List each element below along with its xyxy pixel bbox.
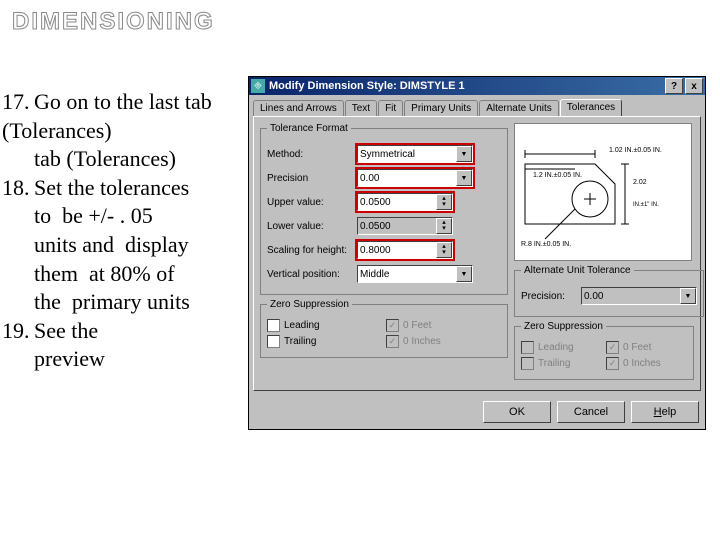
svg-text:R.8 IN.±0.05 IN.: R.8 IN.±0.05 IN. (521, 241, 571, 248)
scaling-input[interactable]: 0.8000 ▴▾ (357, 241, 453, 259)
upper-value-label: Upper value: (267, 197, 357, 208)
tolerance-format-group: Tolerance Format Method: Symmetrical ▼ P… (260, 123, 508, 295)
tab-lines-arrows[interactable]: Lines and Arrows (253, 100, 344, 117)
method-label: Method: (267, 149, 357, 160)
tab-strip: Lines and Arrows Text Fit Primary Units … (249, 95, 705, 116)
zero-suppression-left-group: Zero Suppression Leading Trailing ✓0 Fee… (260, 299, 508, 358)
vpos-label: Vertical position: (267, 269, 357, 280)
lower-value-input: 0.0500 ▴▾ (357, 217, 453, 235)
tab-tolerances[interactable]: Tolerances (560, 99, 622, 116)
chevron-down-icon[interactable]: ▼ (456, 170, 472, 186)
zero-suppression-legend: Zero Suppression (521, 321, 606, 332)
cancel-button[interactable]: Cancel (557, 401, 625, 423)
alt-feet-checkbox: ✓0 Feet (606, 341, 687, 354)
tab-primary-units[interactable]: Primary Units (404, 100, 478, 117)
feet-checkbox: ✓0 Feet (386, 319, 501, 332)
help-button[interactable]: Help (631, 401, 699, 423)
vpos-select[interactable]: Middle ▼ (357, 265, 473, 283)
precision-select[interactable]: 0.00 ▼ (357, 169, 473, 187)
chevron-down-icon[interactable]: ▼ (456, 266, 472, 282)
instructions-list: 17.Go on to the last tab (Tolerances) ta… (2, 88, 246, 374)
chevron-down-icon: ▼ (680, 288, 696, 304)
zero-suppression-right-group: Zero Suppression Leading Trailing ✓0 Fee… (514, 321, 694, 380)
tab-fit[interactable]: Fit (378, 100, 403, 117)
alt-precision-select: 0.00 ▼ (581, 287, 697, 305)
alt-trailing-checkbox: Trailing (521, 357, 602, 370)
zero-suppression-legend: Zero Suppression (267, 299, 352, 310)
upper-value-input[interactable]: 0.0500 ▴▾ (357, 193, 453, 211)
method-select[interactable]: Symmetrical ▼ (357, 145, 473, 163)
slide-title: DIMENSIONING (12, 8, 215, 36)
alt-unit-tolerance-legend: Alternate Unit Tolerance (521, 265, 634, 276)
help-button[interactable]: ? (665, 78, 683, 94)
tab-text[interactable]: Text (345, 100, 377, 117)
spinner-icon: ▴▾ (436, 218, 452, 234)
dimstyle-dialog: 🞜 Modify Dimension Style: DIMSTYLE 1 ? x… (248, 76, 706, 430)
titlebar[interactable]: 🞜 Modify Dimension Style: DIMSTYLE 1 ? x (249, 77, 705, 95)
inches-checkbox: ✓0 Inches (386, 335, 501, 348)
precision-label: Precision (267, 173, 357, 184)
chevron-down-icon[interactable]: ▼ (456, 146, 472, 162)
spinner-icon[interactable]: ▴▾ (436, 194, 452, 210)
svg-text:2.02: 2.02 (633, 179, 647, 186)
preview-panel: 1.02 IN.±0.05 IN. 1.2 IN.±0.05 IN. 2.02 … (514, 123, 692, 261)
svg-text:1.2 IN.±0.05 IN.: 1.2 IN.±0.05 IN. (533, 172, 582, 179)
app-icon: 🞜 (251, 79, 265, 93)
trailing-checkbox[interactable]: Trailing (267, 335, 382, 348)
ok-button[interactable]: OK (483, 401, 551, 423)
spinner-icon[interactable]: ▴▾ (436, 242, 452, 258)
dialog-button-row: OK Cancel Help (249, 395, 705, 429)
alt-inches-checkbox: ✓0 Inches (606, 357, 687, 370)
alt-unit-tolerance-group: Alternate Unit Tolerance Precision: 0.00… (514, 265, 704, 317)
lower-value-label: Lower value: (267, 221, 357, 232)
close-button[interactable]: x (685, 78, 703, 94)
tab-alternate-units[interactable]: Alternate Units (479, 100, 559, 117)
tolerance-format-legend: Tolerance Format (267, 123, 351, 134)
scaling-label: Scaling for height: (267, 245, 357, 256)
svg-text:IN.±1" IN.: IN.±1" IN. (633, 202, 659, 208)
leading-checkbox[interactable]: Leading (267, 319, 382, 332)
alt-leading-checkbox: Leading (521, 341, 602, 354)
alt-precision-label: Precision: (521, 291, 581, 302)
svg-text:1.02 IN.±0.05 IN.: 1.02 IN.±0.05 IN. (609, 147, 662, 154)
tolerances-panel: Tolerance Format Method: Symmetrical ▼ P… (253, 116, 701, 391)
window-title: Modify Dimension Style: DIMSTYLE 1 (269, 80, 663, 92)
